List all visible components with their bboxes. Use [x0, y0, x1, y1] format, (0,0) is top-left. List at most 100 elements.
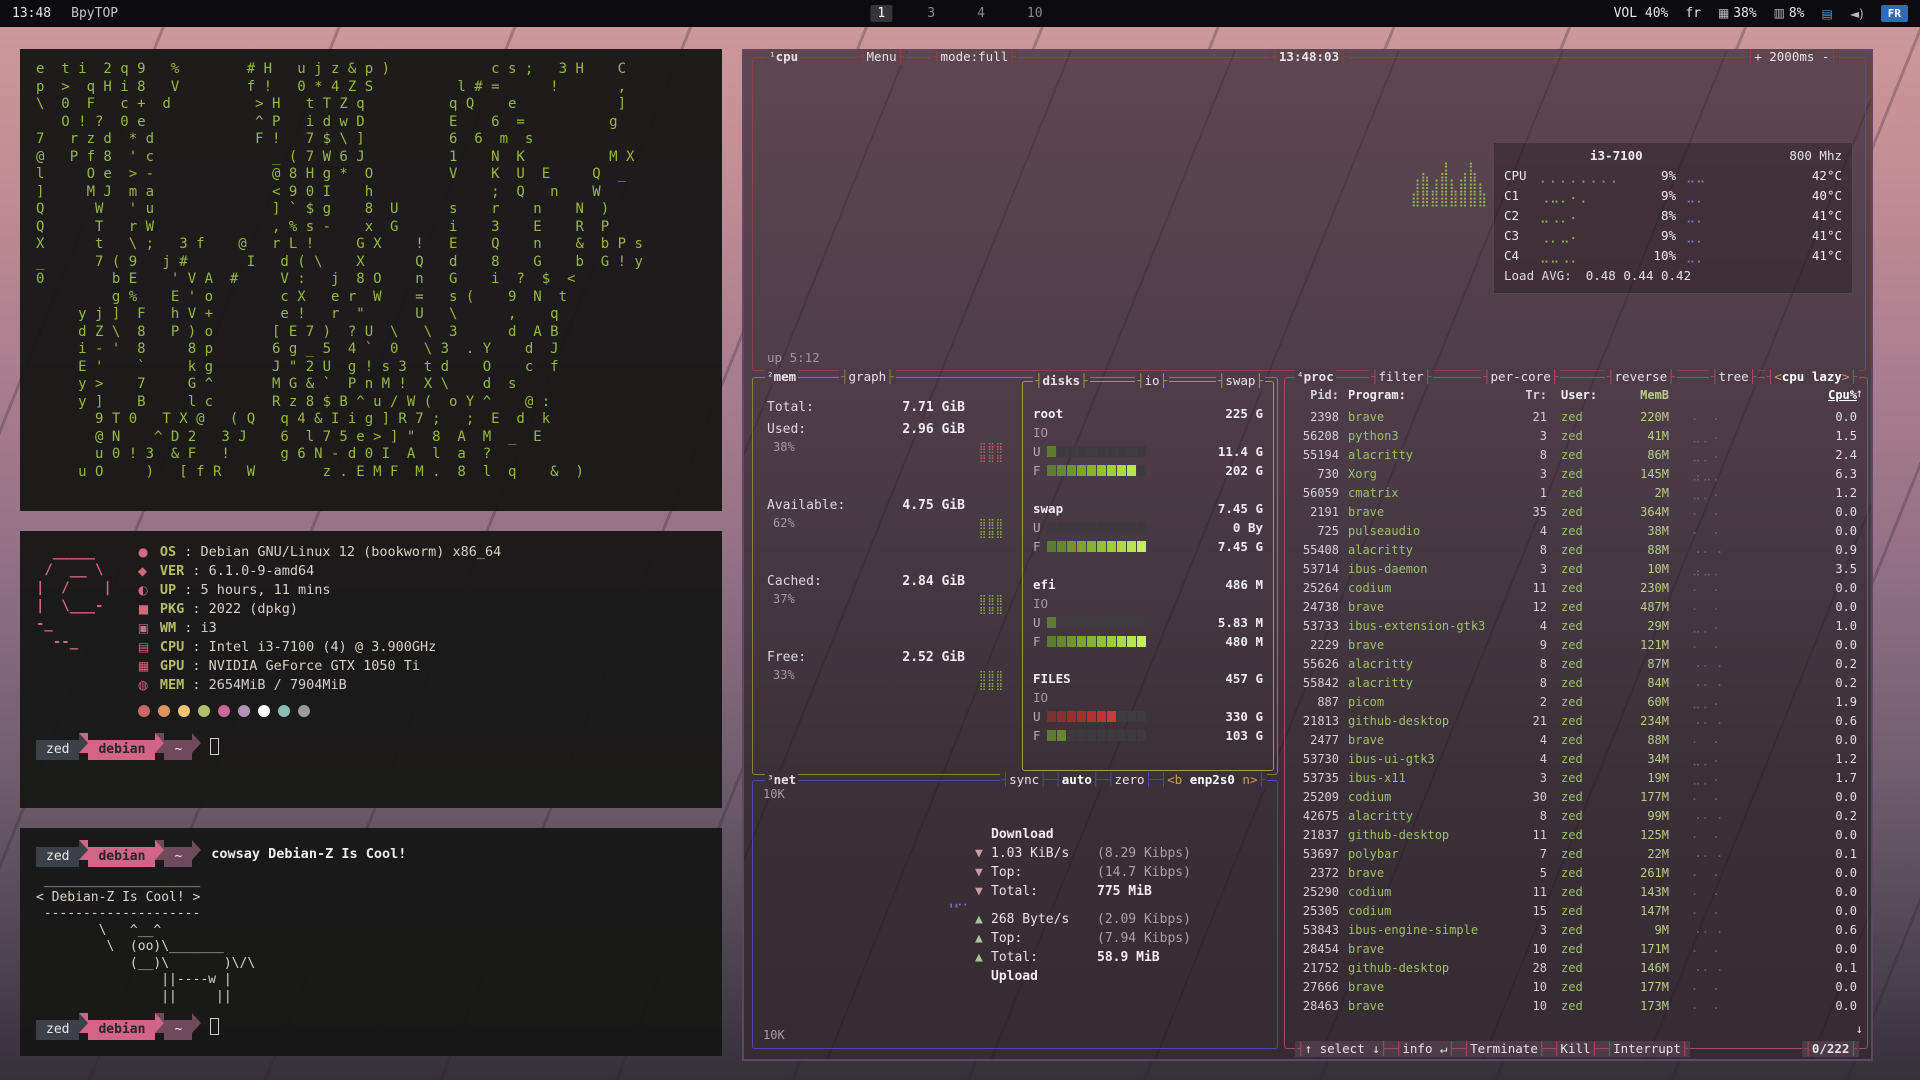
- net-stats: Download▼1.03 KiB/s(8.29 Kibps)▼Top:(14.…: [975, 825, 1267, 986]
- info-button[interactable]: info ↵: [1402, 1041, 1447, 1057]
- cpu-box-title: ¹cpu: [767, 49, 800, 65]
- volume-indicator[interactable]: VOL 40%: [1614, 6, 1669, 21]
- uptime-label: up 5:12: [767, 350, 820, 365]
- terminal-cmatrix[interactable]: e t i 2 q 9 % # H u j z & p ) c s ; 3 H …: [20, 49, 722, 511]
- mem-meter: ⣿⣿⣿ ⣶⣶⣶: [979, 596, 1004, 614]
- process-row[interactable]: 28454brave10zed171M⠄⠀⠄0.0: [1285, 940, 1867, 959]
- bpytop-window[interactable]: ¹cpu ┤Menu├ ┤mode:full├ ┤13:48:03├ ┤+ 20…: [742, 49, 1873, 1061]
- keyboard-layout[interactable]: fr: [1685, 6, 1701, 21]
- process-row[interactable]: 42675alacritty8zed99M⠠⠄⠠0.2: [1285, 807, 1867, 826]
- workspace-10[interactable]: 10: [1020, 5, 1050, 22]
- process-row[interactable]: 25305codium15zed147M⠄⠀⠄0.0: [1285, 902, 1867, 921]
- process-row[interactable]: 53697polybar7zed22M⠠⠄⠠0.1: [1285, 845, 1867, 864]
- process-row[interactable]: 27666brave10zed177M⠄⠀⠄0.0: [1285, 978, 1867, 997]
- prompt-user: zed: [36, 1020, 79, 1040]
- terminate-button[interactable]: Terminate: [1470, 1041, 1538, 1057]
- process-row[interactable]: 56059cmatrix1zed2M⣀⡀⠄1.2: [1285, 484, 1867, 503]
- disk-entry-efi: efi486 M: [1033, 575, 1263, 594]
- process-row[interactable]: 2398brave21zed220M⠄⠀⠄0.0: [1285, 408, 1867, 427]
- scroll-down-arrow[interactable]: ↓: [1856, 1022, 1863, 1036]
- process-row[interactable]: 55194alacritty8zed86M⣀⡀⠄2.4: [1285, 446, 1867, 465]
- disk-bar-row: F202 G: [1033, 461, 1263, 480]
- process-row[interactable]: 25290codium11zed143M⠄⠀⠄0.0: [1285, 883, 1867, 902]
- process-row[interactable]: 2229brave9zed121M⠄⠀⠄0.0: [1285, 636, 1867, 655]
- cpu-core-row: CPU⡀⡀⡀⡀⡀⡀⡀⡀9%⣀⣀42°C: [1504, 166, 1842, 186]
- bpytop-clock: ┤13:48:03├: [1269, 49, 1348, 65]
- process-row[interactable]: 21837github-desktop11zed125M⠄⠀⠄0.0: [1285, 826, 1867, 845]
- mem-stat-total: Total:7.71 GiB: [767, 398, 965, 417]
- process-row[interactable]: 55626alacritty8zed87M⠠⠄⠠0.2: [1285, 655, 1867, 674]
- menu-button[interactable]: ┤Menu├: [857, 49, 906, 65]
- process-row[interactable]: 21813github-desktop21zed234M⠠⠄⠠0.6: [1285, 712, 1867, 731]
- process-row[interactable]: 53730ibus-ui-gtk34zed34M⣀⡀⠄1.2: [1285, 750, 1867, 769]
- interrupt-button[interactable]: Interrupt: [1613, 1041, 1681, 1057]
- proc-box: ⁴proc ┤filter├ ┤per-core├ ┤reverse├ ┤tre…: [1284, 377, 1868, 1049]
- net-zero-toggle[interactable]: zero: [1114, 772, 1144, 788]
- scroll-up-arrow[interactable]: ↑: [1856, 386, 1863, 400]
- typed-command: cowsay Debian-Z Is Cool!: [211, 846, 406, 862]
- proc-reverse-toggle[interactable]: ┤reverse├: [1605, 369, 1677, 385]
- process-row[interactable]: 24738brave12zed487M⠄⠀⠄0.0: [1285, 598, 1867, 617]
- process-row[interactable]: 730Xorg3zed145M⣠⣀⡀6.3: [1285, 465, 1867, 484]
- process-row[interactable]: 53735ibus-x113zed19M⣀⡀⠄1.7: [1285, 769, 1867, 788]
- workspace-1[interactable]: 1: [870, 5, 892, 22]
- net-scale-top: 10K: [763, 787, 785, 801]
- terminal-cursor[interactable]: [210, 1018, 219, 1035]
- process-cpu-meter: ⠄⠀⠄: [1669, 503, 1747, 522]
- process-row[interactable]: 21752github-desktop28zed146M⠠⠄⠠0.1: [1285, 959, 1867, 978]
- terminal-fastfetch[interactable]: _____ / __ \ | / | | \___- -_ --_ ●OS : …: [20, 531, 722, 808]
- shell-prompt: zeddebian~: [36, 733, 201, 760]
- process-row[interactable]: 25209codium30zed177M⠄⠀⠄0.0: [1285, 788, 1867, 807]
- net-scale-bottom: 10K: [763, 1028, 785, 1042]
- disk-meter: [1047, 617, 1149, 628]
- iface-next-button[interactable]: n>: [1235, 772, 1258, 788]
- iface-prev-button[interactable]: <b: [1167, 772, 1190, 788]
- process-row[interactable]: 2191brave35zed364M⠄⠀⠄0.0: [1285, 503, 1867, 522]
- window-title: BpyTOP: [71, 6, 118, 21]
- display-icon[interactable]: ▤: [1821, 7, 1832, 21]
- workspace-3[interactable]: 3: [920, 5, 942, 22]
- process-row[interactable]: 887picom2zed60M⣀⡀⠄1.9: [1285, 693, 1867, 712]
- process-row[interactable]: 28463brave10zed173M⠄⠀⠄0.0: [1285, 997, 1867, 1016]
- net-auto-toggle[interactable]: auto: [1062, 772, 1092, 788]
- process-cpu-meter: ⣀⡀⠄: [1669, 617, 1747, 636]
- process-cpu-meter: ⠠⠄⠠: [1669, 959, 1747, 978]
- proc-percore-toggle[interactable]: ┤per-core├: [1481, 369, 1560, 385]
- disk-meter: [1047, 636, 1149, 647]
- proc-sort-control[interactable]: ┤<cpu lazy>├: [1765, 369, 1859, 385]
- process-row[interactable]: 53843ibus-engine-simple3zed9M⠠⠄⠠0.6: [1285, 921, 1867, 940]
- terminal-cowsay[interactable]: zeddebian~ cowsay Debian-Z Is Cool! ____…: [20, 828, 722, 1056]
- process-cpu-meter: ⠠⠄⠠: [1669, 712, 1747, 731]
- cpu-frequency: 800 Mhz: [1789, 146, 1842, 166]
- sort-prev-arrow[interactable]: <: [1774, 369, 1782, 385]
- process-row[interactable]: 55408alacritty8zed88M⠠⠄⠠0.9: [1285, 541, 1867, 560]
- process-row[interactable]: 2372brave5zed261M⠄⠀⠄0.0: [1285, 864, 1867, 883]
- prompt-user: zed: [36, 847, 79, 867]
- workspace-4[interactable]: 4: [970, 5, 992, 22]
- terminal-cursor[interactable]: [210, 738, 219, 755]
- process-row[interactable]: 25264codium11zed230M⠄⠀⠄0.0: [1285, 579, 1867, 598]
- process-row[interactable]: 2477brave4zed88M⠄⠀⠄0.0: [1285, 731, 1867, 750]
- process-row[interactable]: 53714ibus-daemon3zed10M⣠⣀⡀3.5: [1285, 560, 1867, 579]
- cpu-usage-graph: ⠀⠀⠀⢀⠀⠀⡀⠀ ⠀⣄⠀⣼⠀⢠⣧⠀ ⢸⣿⣸⣿⣇⣿⣿⡆ ⣿⣿⣿⣿⣿⣿⣿⣿: [1411, 152, 1487, 208]
- up-arrow-icon: ▲: [975, 910, 991, 929]
- proc-filter-button[interactable]: ┤filter├: [1369, 369, 1433, 385]
- disk-entry-swap: swap7.45 G: [1033, 499, 1263, 518]
- process-cpu-meter: ⣀⡀⠄: [1669, 693, 1747, 712]
- mode-toggle[interactable]: ┤mode:full├: [931, 49, 1018, 65]
- process-row[interactable]: 53733ibus-extension-gtk34zed29M⣀⡀⠄1.0: [1285, 617, 1867, 636]
- speaker-icon[interactable]: ◄): [1850, 7, 1864, 21]
- process-row[interactable]: 55842alacritty8zed84M⠠⠄⠠0.2: [1285, 674, 1867, 693]
- sort-column-cpu[interactable]: Cpu%: [1747, 386, 1857, 405]
- sort-next-arrow[interactable]: >: [1842, 369, 1850, 385]
- proc-tree-toggle[interactable]: ┤tree├: [1709, 369, 1758, 385]
- process-cpu-meter: ⣀⡀⠄: [1669, 750, 1747, 769]
- kill-button[interactable]: Kill: [1560, 1041, 1590, 1057]
- net-sync-toggle[interactable]: sync: [1009, 772, 1039, 788]
- palette-dot-1: [158, 705, 170, 717]
- select-control[interactable]: ↑ select ↓: [1305, 1041, 1380, 1057]
- language-badge[interactable]: FR: [1881, 5, 1908, 22]
- process-row[interactable]: 56208python33zed41M⣀⡀⠄1.5: [1285, 427, 1867, 446]
- process-row[interactable]: 725pulseaudio4zed38M⠄⠀⠄0.0: [1285, 522, 1867, 541]
- interval-control[interactable]: ┤+ 2000ms -├: [1745, 49, 1839, 65]
